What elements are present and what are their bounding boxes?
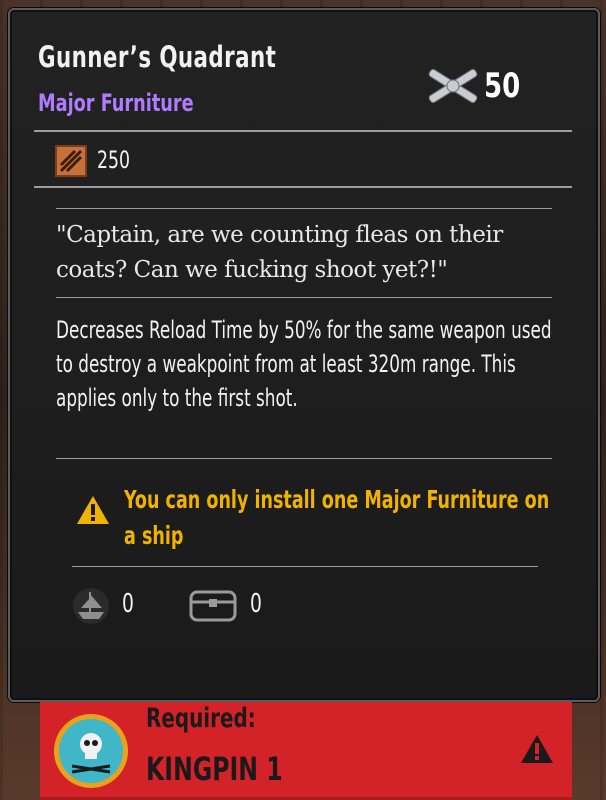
flavor-quote: "Captain, are we counting fleas on their…	[56, 222, 503, 283]
ship-count: 0	[122, 589, 134, 619]
divider	[72, 566, 538, 567]
install-limit-warning: You can only install one Major Furniture…	[124, 485, 550, 550]
divider	[56, 458, 552, 459]
chest-icon	[189, 590, 237, 622]
chest-count: 0	[250, 589, 262, 619]
requirement-value: KINGPIN 1	[146, 750, 283, 788]
item-title: Gunner’s Quadrant	[38, 40, 277, 74]
cost-value: 50	[484, 66, 521, 106]
materials-icon	[55, 145, 87, 177]
divider	[56, 297, 552, 298]
divider	[56, 208, 552, 209]
item-category: Major Furniture	[38, 89, 194, 117]
ship-icon	[73, 588, 109, 624]
kingpin-skull-emblem-icon	[54, 714, 128, 788]
divider	[34, 186, 572, 188]
divider	[34, 130, 572, 132]
item-description: Decreases Reload Time by 50% for the sam…	[56, 316, 552, 412]
warning-triangle-icon	[521, 735, 553, 763]
cannons-crossed-icon	[428, 68, 478, 104]
warning-triangle-icon	[77, 496, 109, 524]
requirement-label: Required:	[146, 703, 256, 734]
materials-value: 250	[97, 146, 130, 174]
